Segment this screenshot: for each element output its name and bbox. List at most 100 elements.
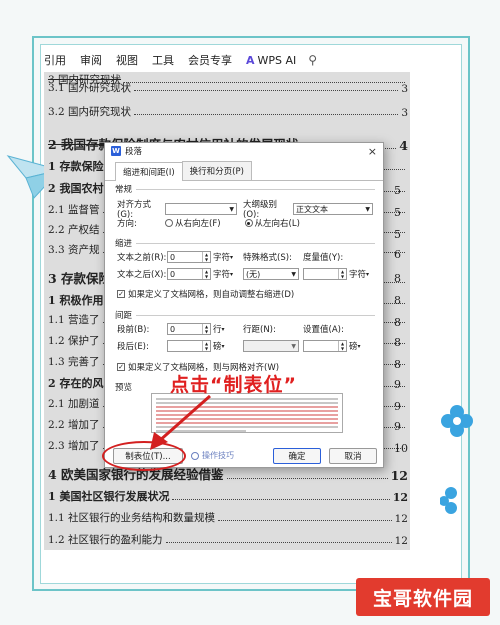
measure-row: ▲ ▼ 字符 ▾	[303, 268, 369, 280]
indent-after-input[interactable]: 0 ▲ ▼	[167, 268, 211, 280]
toc-page-number: 6	[394, 248, 401, 261]
rtl-label: 从右向左(F)	[175, 219, 221, 229]
toc-page-number: 8	[394, 272, 401, 285]
set-value-input[interactable]: ▲ ▼	[303, 340, 347, 352]
space-after-label: 段后(E):	[117, 342, 149, 352]
indent-grid-label: 如果定义了文档网格，则自动调整右缩进(D)	[128, 290, 295, 300]
indent-before-row: 文本之前(R): 0 ▲ ▼ 字符 ▾	[117, 251, 234, 263]
indent-after-row: 文本之后(X): 0 ▲ ▼ 字符 ▾	[117, 268, 234, 280]
direction-row: 方向: 从右向左(F) 从左向右(L)	[117, 217, 300, 229]
space-after-input[interactable]: ▲ ▼	[167, 340, 211, 352]
toc-entry[interactable]: 3.2 国内研究现状 3	[48, 104, 408, 119]
wps-ai-label: WPS AI	[257, 53, 297, 67]
toc-entry-title: 1 美国社区银行发展状况	[48, 490, 170, 503]
align-select[interactable]: ▼	[165, 203, 237, 215]
toc-leader-dots	[218, 520, 392, 521]
toc-entry[interactable]: 1.1 社区银行的业务结构和数量规模 12	[48, 510, 408, 525]
toc-page-number: 5	[394, 206, 401, 219]
cancel-button[interactable]: 取消	[329, 448, 377, 464]
set-label-row: 设置值(A):	[303, 323, 344, 335]
toc-entry-title: 1.3 完善了	[48, 356, 100, 368]
toc-entry-page: 3	[401, 83, 408, 95]
indent-unit: 字符	[213, 270, 231, 280]
toc-entry-title: 2.1 监督管	[48, 204, 100, 216]
toc-entry-page: 12	[394, 535, 408, 547]
ltr-radio[interactable]	[244, 219, 253, 227]
toc-entry[interactable]: 1.2 社区银行的盈利能力 12	[48, 532, 408, 547]
toc-leader-dots	[134, 114, 399, 115]
space-before-input[interactable]: 0 ▲ ▼	[167, 323, 211, 335]
dialog-titlebar: W 段落 ×	[105, 143, 383, 159]
indent-before-label: 文本之前(R):	[117, 253, 167, 263]
toc-entry-page: 3	[401, 107, 408, 119]
toc-entry-title: 1.1 营造了	[48, 314, 100, 326]
spacing-grid-checkbox[interactable]: ✓	[117, 363, 125, 371]
toc-page-number: 9	[394, 378, 401, 391]
line-label-row: 行距(N):	[243, 323, 276, 335]
dialog-tabs: 缩进和间距(I) 换行和分页(P)	[105, 161, 383, 181]
toc-entry-page: 12	[392, 491, 408, 504]
tab-indent-spacing[interactable]: 缩进和间距(I)	[115, 162, 183, 181]
line-spacing-row: ▼	[243, 340, 299, 352]
outline-select[interactable]: 正文文本 ▼	[293, 203, 373, 215]
toc-page-number: 5	[394, 228, 401, 241]
toc-page-number: 10	[394, 442, 408, 455]
toc-entry[interactable]: 1 美国社区银行发展状况 12	[48, 488, 408, 504]
ok-button[interactable]: 确定	[273, 448, 321, 464]
spacing-title: 间距	[115, 311, 133, 321]
special-select[interactable]: (无) ▼	[243, 268, 299, 280]
toc-page-number: 5	[394, 184, 401, 197]
direction-label: 方向:	[117, 219, 137, 229]
toc-entry-title: 1 存款保险	[48, 160, 104, 173]
rtl-radio[interactable]	[165, 219, 173, 227]
toc-page-number: 8	[394, 294, 401, 307]
toc-leader-dots	[165, 542, 392, 543]
space-after-unit: 磅	[213, 342, 222, 352]
set-value-row: ▲ ▼ 磅 ▾	[303, 340, 361, 352]
line-spacing-label: 行距(N):	[243, 325, 276, 335]
toc-entry-title: 1.2 社区银行的盈利能力	[48, 534, 163, 546]
indent-before-input[interactable]: 0 ▲ ▼	[167, 251, 211, 263]
flower-icon	[440, 487, 457, 514]
line-spacing-select[interactable]: ▼	[243, 340, 299, 352]
toc-page-number: 8	[394, 336, 401, 349]
measure-label-row: 度量值(Y):	[303, 251, 343, 263]
toc-entry-title: 2.2 增加了	[48, 419, 100, 431]
indent-title: 缩进	[115, 239, 133, 249]
menu-review[interactable]: 审阅	[80, 52, 102, 68]
special-label: 特殊格式(S):	[243, 253, 292, 263]
general-title: 常规	[115, 185, 133, 195]
indent-grid-row: ✓ 如果定义了文档网格，则自动调整右缩进(D)	[117, 288, 294, 300]
wps-ai-button[interactable]: A WPS AI	[246, 54, 296, 67]
toc-entry[interactable]: 3.1 国外研究现状 3	[48, 80, 408, 95]
ribbon-menu-bar: 引用 审阅 视图 工具 会员专享 A WPS AI ⚲	[44, 48, 410, 72]
toc-leader-dots	[134, 90, 399, 91]
toc-entry-title: 2.1 加剧道	[48, 398, 100, 410]
measure-unit: 字符	[349, 270, 367, 280]
wps-ai-icon: A	[246, 53, 255, 67]
tips-icon	[191, 451, 199, 460]
spacing-section: 间距	[115, 309, 375, 321]
menu-view[interactable]: 视图	[116, 52, 138, 68]
special-row: (无) ▼	[243, 268, 299, 280]
flower-icon	[441, 405, 473, 437]
measure-input[interactable]: ▲ ▼	[303, 268, 347, 280]
set-value-label: 设置值(A):	[303, 325, 344, 335]
toc-entry-page: 12	[394, 513, 408, 525]
toc-leader-dots	[226, 478, 388, 479]
indent-unit: 字符	[213, 253, 231, 263]
toc-entry-title: 3 存款保险	[48, 271, 112, 286]
menu-tools[interactable]: 工具	[152, 52, 174, 68]
menu-reference[interactable]: 引用	[44, 52, 66, 68]
indent-section: 缩进	[115, 237, 375, 249]
search-icon[interactable]: ⚲	[308, 53, 317, 67]
tab-line-page-break[interactable]: 换行和分页(P)	[181, 161, 252, 180]
toc-entry-page: 12	[390, 468, 408, 483]
space-after-row: 段后(E): ▲ ▼ 磅 ▾	[117, 340, 225, 352]
indent-grid-checkbox[interactable]: ✓	[117, 290, 125, 298]
space-before-row: 段前(B): 0 ▲ ▼ 行 ▾	[117, 323, 225, 335]
toc-entry-title: 1 积极作用	[48, 294, 104, 307]
toc-entry-title: 2 存在的风	[48, 377, 104, 390]
menu-member[interactable]: 会员专享	[188, 52, 232, 68]
close-icon[interactable]: ×	[368, 145, 377, 158]
